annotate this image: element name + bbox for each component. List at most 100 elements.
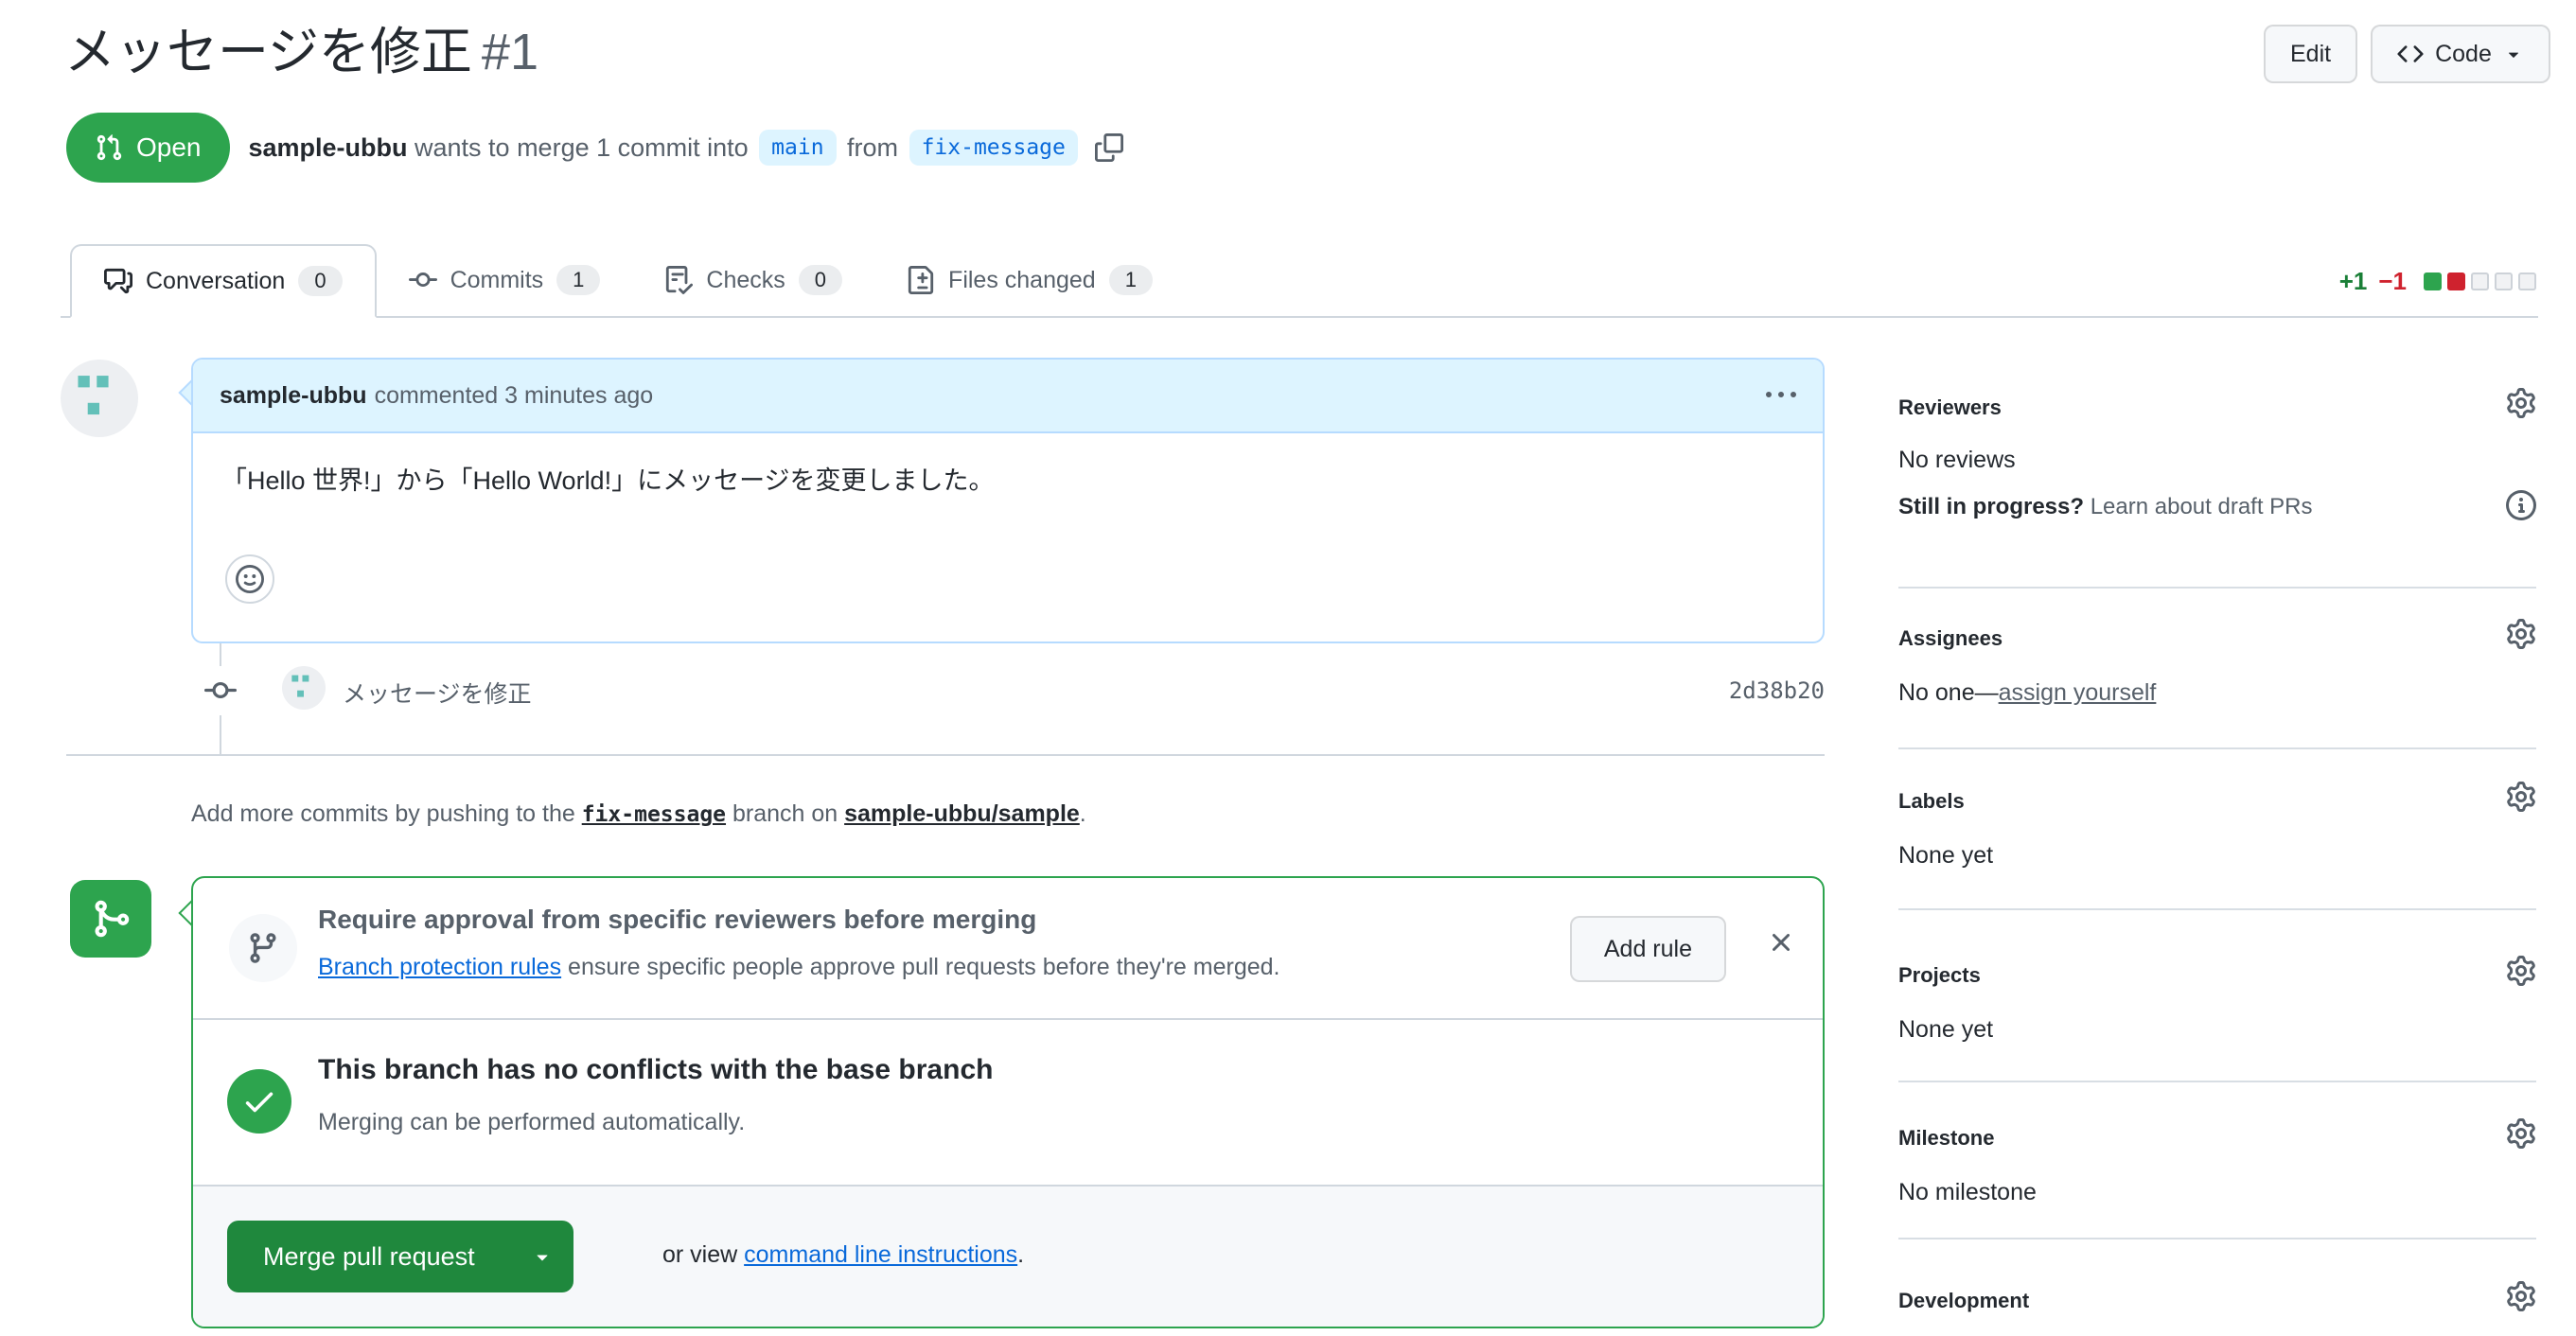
comment-discussion-icon: [104, 267, 132, 295]
sidebar-divider: [1898, 747, 2536, 749]
identicon-image: [282, 666, 326, 710]
tab-label: Checks: [706, 266, 785, 293]
protection-description: Branch protection rules ensure specific …: [318, 954, 1279, 981]
diffstat-block-neutral: [2518, 272, 2536, 290]
tab-files-changed[interactable]: Files changed 1: [874, 244, 1185, 316]
chevron-down-icon: [2503, 44, 2524, 64]
tab-commits[interactable]: Commits 1: [377, 244, 633, 316]
push-note-repo: sample-ubbu/sample: [844, 800, 1080, 827]
merge-box: Require approval from specific reviewers…: [191, 876, 1825, 1328]
branch-icon-circle: [229, 914, 297, 982]
add-rule-button[interactable]: Add rule: [1569, 916, 1726, 982]
sidebar-divider: [1898, 587, 2536, 589]
smiley-icon: [236, 565, 264, 593]
gear-icon: [2506, 388, 2536, 418]
learn-draft-prs-link[interactable]: Learn about draft PRs: [2091, 494, 2313, 519]
diffstat-block-addition: [2424, 272, 2442, 290]
gear-icon: [2506, 956, 2536, 986]
development-gear-button[interactable]: [2506, 1281, 2536, 1311]
pr-meta-action: wants to merge 1 commit into: [407, 132, 756, 162]
push-note-suffix: .: [1079, 800, 1086, 827]
tab-counter: 1: [1108, 265, 1153, 295]
code-button[interactable]: Code: [2371, 25, 2550, 83]
merge-pull-request-button[interactable]: Merge pull request: [227, 1221, 511, 1292]
git-merge-icon: [90, 898, 132, 940]
kebab-icon: [1766, 380, 1796, 411]
branch-protection-row: Require approval from specific reviewers…: [193, 878, 1823, 1020]
pr-title-text: メッセージを修正: [64, 24, 472, 80]
labels-title: Labels: [1898, 789, 1965, 813]
milestone-gear-button[interactable]: [2506, 1118, 2536, 1149]
merge-button-label: Merge pull request: [263, 1241, 475, 1271]
pr-author[interactable]: sample-ubbu: [249, 133, 408, 163]
pr-number: #1: [481, 24, 538, 80]
head-branch-label[interactable]: fix-message: [909, 130, 1078, 166]
sidebar-divider: [1898, 908, 2536, 910]
check-icon: [241, 1083, 277, 1119]
merge-status-icon: [70, 880, 151, 958]
merge-options-button[interactable]: [511, 1221, 573, 1292]
sidebar: Reviewers No reviews Still in progress? …: [1898, 388, 2536, 1336]
comment-options-button[interactable]: [1766, 380, 1796, 411]
protection-title: Require approval from specific reviewers…: [318, 905, 1037, 934]
sidebar-divider: [1898, 1081, 2536, 1082]
projects-title: Projects: [1898, 963, 1981, 987]
reviewers-gear-button[interactable]: [2506, 388, 2536, 418]
merge-pull-request-split-button: Merge pull request: [227, 1221, 573, 1292]
comment-header: sample-ubbu commented 3 minutes ago: [193, 360, 1823, 433]
commit-sha-link[interactable]: 2d38b20: [1729, 677, 1825, 704]
labels-empty: None yet: [1898, 842, 1994, 869]
projects-empty: None yet: [1898, 1016, 1994, 1043]
pr-meta-row: Open sample-ubbu wants to merge 1 commit…: [66, 112, 1123, 184]
tab-label: Conversation: [146, 267, 286, 294]
gear-icon: [2506, 1281, 2536, 1311]
assign-yourself-link[interactable]: assign yourself: [1999, 679, 2157, 706]
assignees-no-one: No one—: [1898, 679, 1999, 706]
edit-button-label: Edit: [2290, 40, 2332, 67]
gear-icon: [2506, 1118, 2536, 1149]
checklist-icon: [664, 266, 693, 294]
file-diff-icon: [907, 266, 935, 294]
add-rule-label: Add rule: [1603, 935, 1692, 962]
reviewers-title: Reviewers: [1898, 396, 2002, 419]
add-reaction-button[interactable]: [225, 554, 274, 604]
draft-info-button[interactable]: [2506, 490, 2536, 520]
edit-button[interactable]: Edit: [2264, 25, 2358, 83]
assignees-gear-button[interactable]: [2506, 619, 2536, 649]
git-branch-icon: [246, 931, 280, 965]
close-icon: [1766, 927, 1796, 958]
command-line-instructions-link[interactable]: command line instructions: [744, 1241, 1017, 1268]
pr-meta-from: from: [839, 132, 906, 162]
pr-tabnav: Conversation 0 Commits 1 Checks 0 Files …: [61, 244, 2538, 318]
cli-instructions-text: or view command line instructions.: [662, 1241, 1024, 1269]
diffstat-block-neutral: [2471, 272, 2489, 290]
git-commit-icon: [204, 675, 237, 707]
push-note-middle: branch on: [726, 800, 845, 827]
comment-author[interactable]: sample-ubbu: [220, 382, 367, 410]
commit-timeline-marker: [201, 666, 240, 715]
avatar[interactable]: [61, 360, 138, 437]
dismiss-protection-button[interactable]: [1766, 927, 1796, 958]
labels-gear-button[interactable]: [2506, 782, 2536, 812]
check-circle: [227, 1069, 291, 1134]
assignees-empty: No one—assign yourself: [1898, 679, 2156, 707]
draft-pr-row: Still in progress? Learn about draft PRs: [1898, 494, 2313, 520]
mergeability-subtitle: Merging can be performed automatically.: [318, 1109, 746, 1135]
git-commit-icon: [409, 266, 437, 294]
mergeability-row: This branch has no conflicts with the ba…: [193, 1020, 1823, 1187]
sidebar-divider: [1898, 1238, 2536, 1239]
status-badge: Open: [66, 113, 230, 183]
branch-protection-rules-link[interactable]: Branch protection rules: [318, 954, 561, 980]
push-note-branch: fix-message: [581, 802, 727, 827]
tab-checks[interactable]: Checks 0: [632, 244, 874, 316]
commit-message-link[interactable]: メッセージを修正: [343, 676, 532, 710]
commit-avatar[interactable]: [282, 666, 326, 710]
diffstat-block-deletion: [2447, 272, 2465, 290]
reviewers-empty: No reviews: [1898, 447, 2016, 473]
tab-conversation[interactable]: Conversation 0: [70, 244, 377, 318]
push-note: Add more commits by pushing to the fix-m…: [191, 800, 1086, 828]
triangle-down-icon: [531, 1245, 554, 1268]
base-branch-label[interactable]: main: [759, 130, 837, 166]
copy-branch-button[interactable]: [1095, 133, 1123, 162]
projects-gear-button[interactable]: [2506, 956, 2536, 986]
